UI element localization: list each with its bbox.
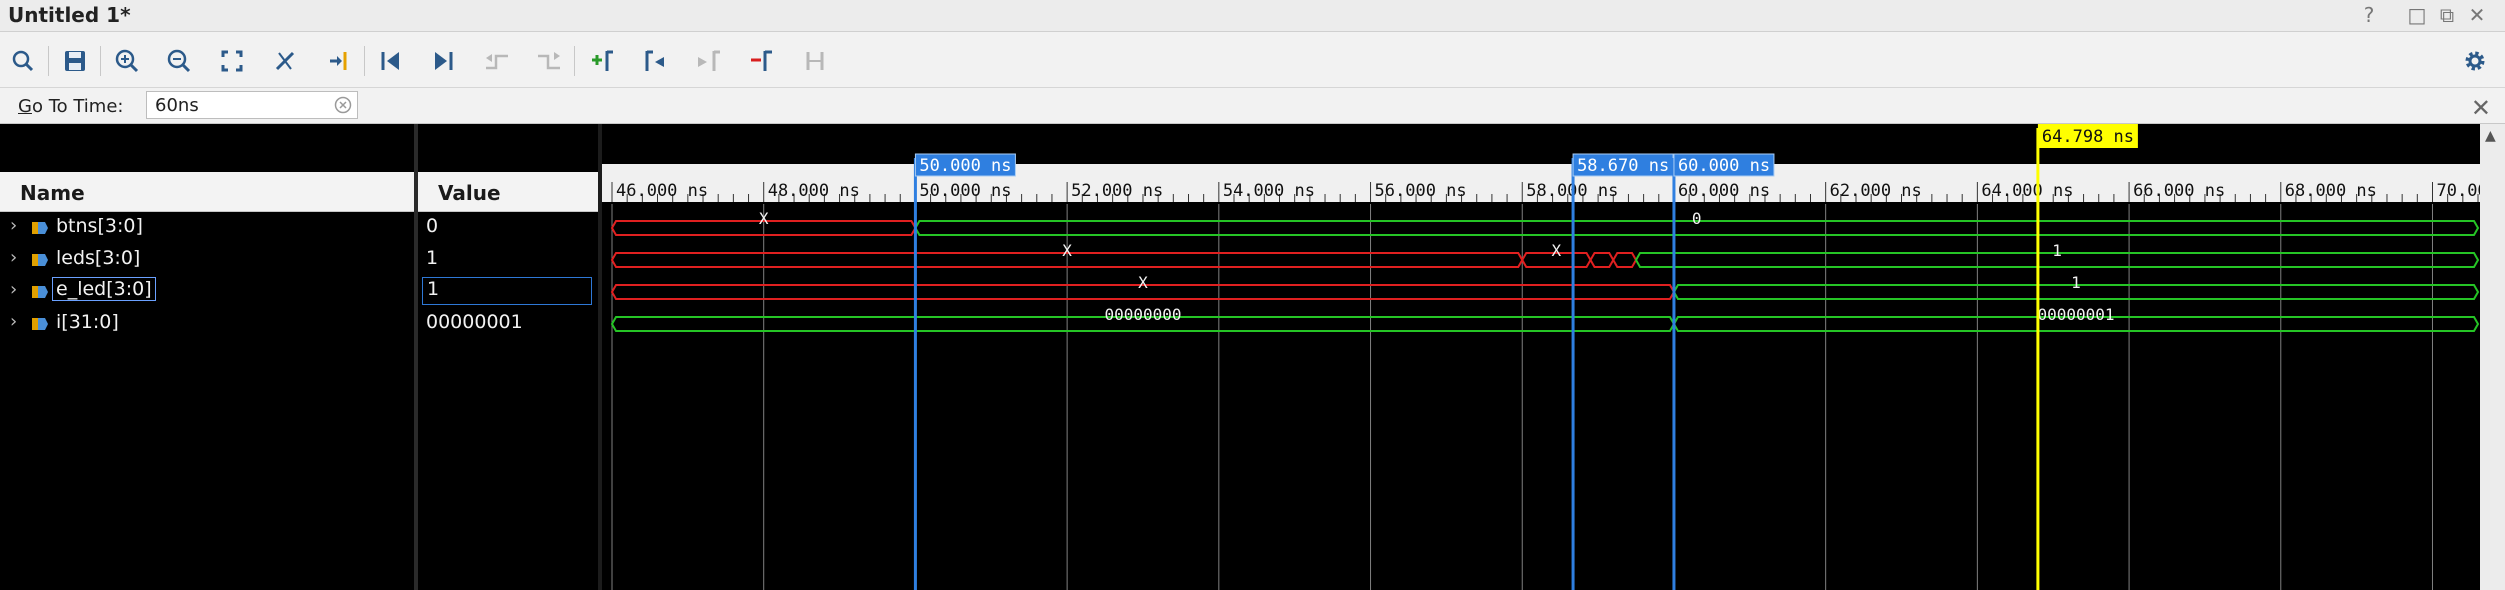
signal-name: leds[3:0] bbox=[56, 247, 141, 269]
ruler-tick-label: 62.000 ns bbox=[1830, 181, 1922, 201]
swap-cursor-icon[interactable] bbox=[266, 42, 304, 80]
bus-signal-icon bbox=[32, 254, 48, 266]
wave-value-label: 00000000 bbox=[1104, 305, 1181, 324]
signal-value: 00000001 bbox=[426, 311, 523, 333]
goto-time-label: Go To Time: bbox=[18, 96, 124, 117]
wave-segment bbox=[1612, 252, 1638, 268]
go-to-last-time-icon[interactable] bbox=[424, 42, 462, 80]
window-title: Untitled 1* bbox=[8, 3, 131, 27]
signal-row-leds[interactable]: › leds[3:0] bbox=[0, 244, 414, 276]
time-marker-label: 60.000 ns bbox=[1678, 156, 1770, 176]
time-marker-label: 50.000 ns bbox=[919, 156, 1011, 176]
ruler-tick-label: 52.000 ns bbox=[1071, 181, 1163, 201]
wave-value-label: 00000001 bbox=[2037, 305, 2114, 324]
signal-name: btns[3:0] bbox=[56, 215, 143, 237]
expand-chevron-icon[interactable]: › bbox=[10, 311, 17, 332]
zoom-in-icon[interactable] bbox=[108, 42, 146, 80]
zoom-out-icon[interactable] bbox=[160, 42, 198, 80]
expand-chevron-icon[interactable]: › bbox=[10, 279, 17, 300]
signal-row-btns[interactable]: › btns[3:0] bbox=[0, 212, 414, 244]
expand-chevron-icon[interactable]: › bbox=[10, 247, 17, 268]
ruler-tick-label: 48.000 ns bbox=[768, 181, 860, 201]
toolbar bbox=[0, 32, 2505, 88]
wave-value-label: 0 bbox=[1692, 209, 1702, 228]
swap-markers-icon bbox=[796, 42, 834, 80]
bus-signal-icon bbox=[32, 286, 48, 298]
signal-row-e-led[interactable]: › e_led[3:0] bbox=[0, 276, 414, 308]
vertical-scrollbar[interactable]: ▲ bbox=[2480, 124, 2505, 590]
goto-time-bar: Go To Time: ✕ bbox=[0, 88, 2505, 124]
signal-name: i[31:0] bbox=[56, 311, 119, 333]
zoom-fit-icon[interactable] bbox=[213, 42, 251, 80]
settings-icon[interactable] bbox=[2456, 42, 2494, 80]
close-icon[interactable]: ✕ bbox=[2464, 3, 2490, 27]
signal-value-pane: Value 0 1 1 00000001 bbox=[418, 124, 598, 590]
goto-time-input[interactable] bbox=[146, 91, 358, 119]
previous-marker-icon[interactable] bbox=[636, 42, 674, 80]
ruler-tick-label: 70.000 bbox=[2436, 181, 2480, 201]
signal-row-i[interactable]: › i[31:0] bbox=[0, 308, 414, 340]
scroll-up-icon[interactable]: ▲ bbox=[2485, 128, 2496, 144]
ruler-tick-label: 68.000 ns bbox=[2285, 181, 2377, 201]
name-column-header[interactable]: Name bbox=[0, 172, 414, 212]
wave-value-label: 1 bbox=[2052, 241, 2062, 260]
title-bar: Untitled 1* ? □ ⧉ ✕ bbox=[0, 0, 2505, 32]
wave-value-label: X bbox=[1062, 241, 1072, 260]
wave-value-label: 1 bbox=[2071, 273, 2081, 292]
help-icon[interactable]: ? bbox=[2356, 3, 2382, 27]
search-icon[interactable] bbox=[4, 42, 42, 80]
ruler-tick-label: 50.000 ns bbox=[919, 181, 1011, 201]
float-window-icon[interactable]: ⧉ bbox=[2434, 3, 2460, 27]
add-marker-icon[interactable] bbox=[582, 42, 620, 80]
ruler-tick-label: 66.000 ns bbox=[2133, 181, 2225, 201]
next-transition-icon bbox=[530, 42, 568, 80]
bus-signal-icon bbox=[32, 318, 48, 330]
ruler-tick-label: 56.000 ns bbox=[1375, 181, 1467, 201]
ruler-tick-label: 46.000 ns bbox=[616, 181, 708, 201]
wave-segment bbox=[1589, 252, 1615, 268]
wave-value-label: X bbox=[1138, 273, 1148, 292]
signal-value: 1 bbox=[418, 276, 598, 308]
delete-marker-icon[interactable] bbox=[742, 42, 780, 80]
close-goto-bar-icon[interactable]: ✕ bbox=[2471, 94, 2491, 122]
save-icon[interactable] bbox=[56, 42, 94, 80]
signal-name: e_led[3:0] bbox=[52, 277, 156, 301]
waveform-pane[interactable]: 46.000 ns 48.000 ns 50.000 ns 52.000 ns 54.0… bbox=[602, 124, 2480, 590]
maximize-icon[interactable]: □ bbox=[2404, 3, 2430, 27]
time-cursor-label: 64.798 ns bbox=[2042, 127, 2134, 147]
signal-value: 0 bbox=[426, 215, 439, 237]
signal-value: 1 bbox=[426, 247, 439, 269]
ruler-tick-label: 60.000 ns bbox=[1678, 181, 1770, 201]
ruler-tick-label: 54.000 ns bbox=[1223, 181, 1315, 201]
bus-signal-icon bbox=[32, 222, 48, 234]
go-to-time-0-icon[interactable] bbox=[372, 42, 410, 80]
signal-name-pane: Name › btns[3:0] › leds[3:0] › e_led[3:0… bbox=[0, 124, 414, 590]
time-marker-label: 58.670 ns bbox=[1577, 156, 1669, 176]
previous-transition-icon bbox=[478, 42, 516, 80]
ruler-tick-label: 64.000 ns bbox=[1981, 181, 2073, 201]
next-marker-icon bbox=[688, 42, 726, 80]
value-column-header[interactable]: Value bbox=[418, 172, 598, 212]
wave-value-label: X bbox=[759, 209, 769, 228]
go-to-cursor-icon[interactable] bbox=[320, 42, 358, 80]
clear-input-icon[interactable] bbox=[334, 96, 352, 114]
wave-value-label: X bbox=[1552, 241, 1562, 260]
expand-chevron-icon[interactable]: › bbox=[10, 215, 17, 236]
